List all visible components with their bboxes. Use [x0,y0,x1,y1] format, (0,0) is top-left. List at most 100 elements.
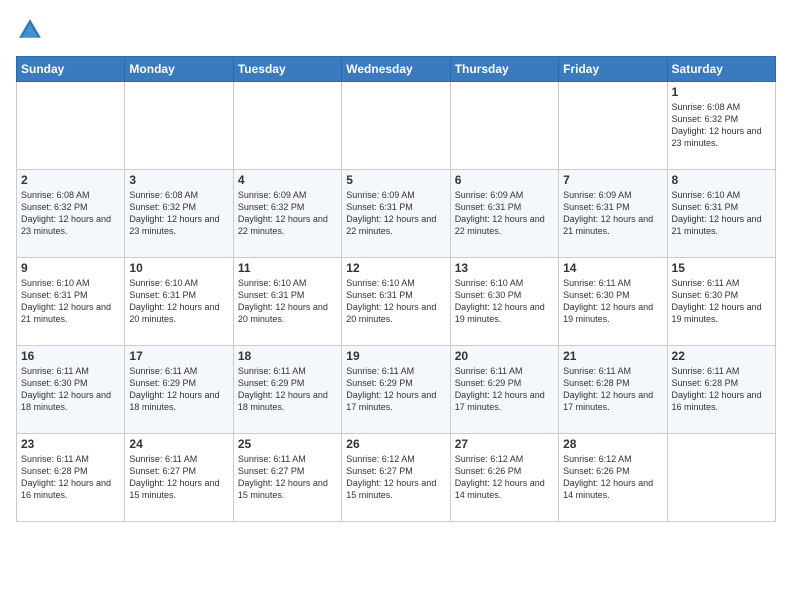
calendar-cell: 8 Sunrise: 6:10 AM Sunset: 6:31 PM Daylig… [667,170,775,258]
day-info: Sunrise: 6:11 AM Sunset: 6:29 PM Dayligh… [129,365,228,414]
header-sunday: Sunday [17,57,125,82]
day-info: Sunrise: 6:09 AM Sunset: 6:32 PM Dayligh… [238,189,337,238]
day-number: 17 [129,349,228,363]
calendar-cell: 16 Sunrise: 6:11 AM Sunset: 6:30 PM Dayli… [17,346,125,434]
calendar-week-4: 16 Sunrise: 6:11 AM Sunset: 6:30 PM Dayli… [17,346,776,434]
day-number: 20 [455,349,554,363]
day-info: Sunrise: 6:09 AM Sunset: 6:31 PM Dayligh… [455,189,554,238]
day-number: 25 [238,437,337,451]
day-number: 9 [21,261,120,275]
day-number: 12 [346,261,445,275]
calendar-cell: 1 Sunrise: 6:08 AM Sunset: 6:32 PM Daylig… [667,82,775,170]
day-number: 5 [346,173,445,187]
day-info: Sunrise: 6:11 AM Sunset: 6:30 PM Dayligh… [563,277,662,326]
day-number: 14 [563,261,662,275]
header-monday: Monday [125,57,233,82]
calendar-cell: 24 Sunrise: 6:11 AM Sunset: 6:27 PM Dayli… [125,434,233,522]
calendar-cell [17,82,125,170]
calendar-cell: 7Sunrise: 6:09 AM Sunset: 6:31 PM Daylig… [559,170,667,258]
day-info: Sunrise: 6:12 AM Sunset: 6:26 PM Dayligh… [455,453,554,502]
calendar-week-1: 1 Sunrise: 6:08 AM Sunset: 6:32 PM Daylig… [17,82,776,170]
calendar-cell: 15 Sunrise: 6:11 AM Sunset: 6:30 PM Dayli… [667,258,775,346]
day-number: 18 [238,349,337,363]
calendar-cell: 4Sunrise: 6:09 AM Sunset: 6:32 PM Daylig… [233,170,341,258]
day-info: Sunrise: 6:12 AM Sunset: 6:27 PM Dayligh… [346,453,445,502]
day-number: 19 [346,349,445,363]
header-friday: Friday [559,57,667,82]
calendar-cell: 2 Sunrise: 6:08 AM Sunset: 6:32 PM Daylig… [17,170,125,258]
calendar-cell: 18 Sunrise: 6:11 AM Sunset: 6:29 PM Dayli… [233,346,341,434]
header-wednesday: Wednesday [342,57,450,82]
day-info: Sunrise: 6:08 AM Sunset: 6:32 PM Dayligh… [129,189,228,238]
calendar-cell: 21 Sunrise: 6:11 AM Sunset: 6:28 PM Dayli… [559,346,667,434]
calendar-cell: 19 Sunrise: 6:11 AM Sunset: 6:29 PM Dayli… [342,346,450,434]
logo [16,16,48,44]
day-number: 6 [455,173,554,187]
day-info: Sunrise: 6:11 AM Sunset: 6:30 PM Dayligh… [21,365,120,414]
day-info: Sunrise: 6:11 AM Sunset: 6:28 PM Dayligh… [21,453,120,502]
day-info: Sunrise: 6:10 AM Sunset: 6:30 PM Dayligh… [455,277,554,326]
day-info: Sunrise: 6:11 AM Sunset: 6:30 PM Dayligh… [672,277,771,326]
calendar-cell: 13 Sunrise: 6:10 AM Sunset: 6:30 PM Dayli… [450,258,558,346]
day-info: Sunrise: 6:11 AM Sunset: 6:29 PM Dayligh… [346,365,445,414]
calendar-cell: 20 Sunrise: 6:11 AM Sunset: 6:29 PM Dayli… [450,346,558,434]
calendar-cell: 9Sunrise: 6:10 AM Sunset: 6:31 PM Daylig… [17,258,125,346]
day-info: Sunrise: 6:10 AM Sunset: 6:31 PM Dayligh… [672,189,771,238]
calendar-cell: 12 Sunrise: 6:10 AM Sunset: 6:31 PM Dayli… [342,258,450,346]
calendar-cell: 14 Sunrise: 6:11 AM Sunset: 6:30 PM Dayli… [559,258,667,346]
calendar-cell: 22 Sunrise: 6:11 AM Sunset: 6:28 PM Dayli… [667,346,775,434]
day-number: 7 [563,173,662,187]
day-info: Sunrise: 6:11 AM Sunset: 6:28 PM Dayligh… [672,365,771,414]
calendar-cell: 27 Sunrise: 6:12 AM Sunset: 6:26 PM Dayli… [450,434,558,522]
day-number: 11 [238,261,337,275]
day-number: 13 [455,261,554,275]
calendar-cell: 10 Sunrise: 6:10 AM Sunset: 6:31 PM Dayli… [125,258,233,346]
day-number: 16 [21,349,120,363]
day-info: Sunrise: 6:10 AM Sunset: 6:31 PM Dayligh… [129,277,228,326]
day-info: Sunrise: 6:12 AM Sunset: 6:26 PM Dayligh… [563,453,662,502]
page-header [16,16,776,44]
calendar-cell: 26Sunrise: 6:12 AM Sunset: 6:27 PM Dayli… [342,434,450,522]
calendar-cell: 6 Sunrise: 6:09 AM Sunset: 6:31 PM Daylig… [450,170,558,258]
day-info: Sunrise: 6:11 AM Sunset: 6:29 PM Dayligh… [455,365,554,414]
calendar-cell [125,82,233,170]
calendar-week-2: 2 Sunrise: 6:08 AM Sunset: 6:32 PM Daylig… [17,170,776,258]
calendar-cell [342,82,450,170]
day-number: 23 [21,437,120,451]
calendar-cell: 5 Sunrise: 6:09 AM Sunset: 6:31 PM Daylig… [342,170,450,258]
day-number: 8 [672,173,771,187]
header-thursday: Thursday [450,57,558,82]
day-number: 24 [129,437,228,451]
day-info: Sunrise: 6:11 AM Sunset: 6:28 PM Dayligh… [563,365,662,414]
day-info: Sunrise: 6:10 AM Sunset: 6:31 PM Dayligh… [238,277,337,326]
calendar-cell: 23 Sunrise: 6:11 AM Sunset: 6:28 PM Dayli… [17,434,125,522]
header-saturday: Saturday [667,57,775,82]
day-number: 2 [21,173,120,187]
calendar-header-row: SundayMondayTuesdayWednesdayThursdayFrid… [17,57,776,82]
day-info: Sunrise: 6:08 AM Sunset: 6:32 PM Dayligh… [672,101,771,150]
day-info: Sunrise: 6:08 AM Sunset: 6:32 PM Dayligh… [21,189,120,238]
calendar-cell [559,82,667,170]
calendar-week-5: 23 Sunrise: 6:11 AM Sunset: 6:28 PM Dayli… [17,434,776,522]
day-number: 22 [672,349,771,363]
calendar-table: SundayMondayTuesdayWednesdayThursdayFrid… [16,56,776,522]
calendar-cell: 25Sunrise: 6:11 AM Sunset: 6:27 PM Dayli… [233,434,341,522]
calendar-cell: 17 Sunrise: 6:11 AM Sunset: 6:29 PM Dayli… [125,346,233,434]
day-number: 15 [672,261,771,275]
day-info: Sunrise: 6:11 AM Sunset: 6:29 PM Dayligh… [238,365,337,414]
calendar-cell [233,82,341,170]
calendar-cell: 3Sunrise: 6:08 AM Sunset: 6:32 PM Daylig… [125,170,233,258]
day-info: Sunrise: 6:09 AM Sunset: 6:31 PM Dayligh… [346,189,445,238]
day-number: 1 [672,85,771,99]
calendar-cell: 28Sunrise: 6:12 AM Sunset: 6:26 PM Dayli… [559,434,667,522]
calendar-cell [450,82,558,170]
header-tuesday: Tuesday [233,57,341,82]
day-number: 21 [563,349,662,363]
day-number: 27 [455,437,554,451]
calendar-week-3: 9 Sunrise: 6:10 AM Sunset: 6:31 PM Daylig… [17,258,776,346]
calendar-cell: 11 Sunrise: 6:10 AM Sunset: 6:31 PM Dayli… [233,258,341,346]
day-number: 10 [129,261,228,275]
day-info: Sunrise: 6:11 AM Sunset: 6:27 PM Dayligh… [129,453,228,502]
calendar-cell [667,434,775,522]
day-info: Sunrise: 6:10 AM Sunset: 6:31 PM Dayligh… [346,277,445,326]
